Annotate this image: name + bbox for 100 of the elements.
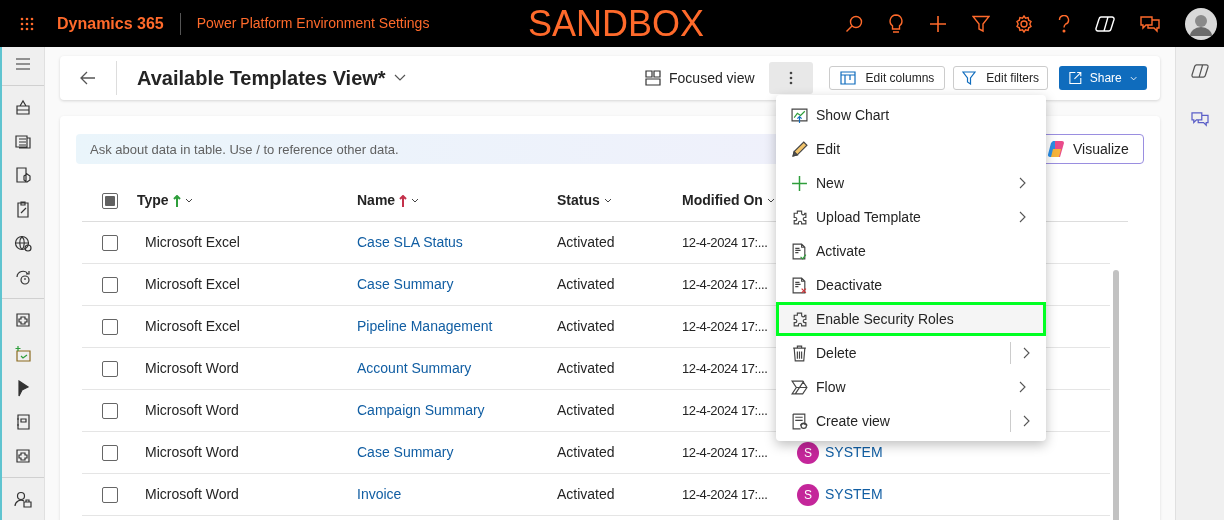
new-icon [791,174,808,192]
pages-icon[interactable] [14,132,32,150]
checkbox[interactable] [101,318,118,335]
menu-item[interactable]: Deactivate [776,268,1046,302]
share-button[interactable]: Share [1059,66,1147,90]
checkbox[interactable] [101,276,118,293]
bag-icon[interactable] [14,98,32,116]
notebook-icon[interactable] [14,413,32,431]
chevron-right-icon [1023,415,1030,427]
folder-icon[interactable] [14,345,32,363]
menu-item[interactable]: Flow [776,370,1046,404]
table-cell: 12-4-2024 17:... [682,487,768,502]
copilot-logo-icon [1047,139,1067,159]
menu-item[interactable]: Enable Security Roles [776,302,1046,336]
more-icon [788,71,793,85]
column-header[interactable]: Status [557,190,682,211]
table-cell: Microsoft Word [145,402,239,418]
activate-icon [791,242,808,260]
chevron-right-icon [1019,381,1026,393]
record-link[interactable]: Case Summary [357,276,454,292]
table-cell: Microsoft Word [145,486,239,502]
scrollbar[interactable] [1113,270,1119,520]
avatar: S [797,483,819,506]
table-settings-icon [839,71,856,85]
checkbox[interactable] [101,234,118,251]
column-header[interactable]: Type [137,190,357,211]
record-link[interactable]: Case Summary [357,444,454,460]
table-cell: 12-4-2024 17:... [682,403,768,418]
refresh-icon[interactable] [14,268,32,286]
edit-filters-button[interactable]: Edit filters [953,66,1048,90]
column-header[interactable]: Name [357,190,557,211]
checkbox[interactable] [101,192,118,209]
checkbox[interactable] [101,402,118,419]
view-selector[interactable]: Available Templates View* [137,63,406,93]
app-launcher-icon[interactable] [20,16,34,31]
record-link[interactable]: Account Summary [357,360,472,376]
layout-icon [645,70,661,86]
checkbox[interactable] [101,360,118,377]
owner-link[interactable]: SYSTEM [825,484,883,505]
record-link[interactable]: Campaign Summary [357,402,485,418]
table-cell: Microsoft Excel [145,318,240,334]
copilot-icon[interactable] [1191,63,1209,79]
menu-item[interactable]: Create view [776,404,1046,438]
record-link[interactable]: Pipeline Management [357,318,493,334]
owner-link[interactable]: SYSTEM [825,442,883,463]
menu-icon[interactable] [14,55,32,73]
chevron-down-icon [766,198,775,203]
table-cell: Activated [557,360,615,376]
table-cell: 12-4-2024 17:... [682,319,768,334]
checkbox[interactable] [101,444,118,461]
avatar[interactable] [1185,7,1217,40]
table-cell: 12-4-2024 17:... [682,361,768,376]
view-icon [791,412,808,430]
table-cell: Microsoft Excel [145,276,240,292]
edit-icon [791,140,808,158]
chart-icon [791,106,808,124]
chevron-down-icon [603,198,612,203]
avatar: S [797,441,819,464]
filter-icon[interactable] [972,14,990,33]
person-icon[interactable] [14,490,32,508]
globe-icon[interactable] [14,234,32,252]
table-cell: Activated [557,486,615,502]
table-cell: Activated [557,444,615,460]
chevron-down-icon [1129,75,1137,81]
table-cell: Activated [557,276,615,292]
chevron-right-icon [1023,347,1030,359]
device-icon[interactable] [14,166,32,184]
record-link[interactable]: Case SLA Status [357,234,463,250]
chevron-down-icon [393,74,406,82]
chevron-down-icon [184,198,193,203]
menu-item[interactable]: Delete [776,336,1046,370]
plus-icon[interactable] [929,14,947,33]
app-name[interactable]: Dynamics 365 [57,11,164,36]
search-icon[interactable] [845,14,863,33]
table-cell: Microsoft Word [145,444,239,460]
record-link[interactable]: Invoice [357,486,402,502]
back-arrow-icon[interactable] [80,71,96,85]
delete-icon [791,344,808,362]
filter-icon [962,71,977,85]
edit-columns-button[interactable]: Edit columns [828,66,946,90]
help-icon[interactable] [1058,14,1070,33]
table-cell: Activated [557,318,615,334]
chat-icon[interactable] [1140,14,1160,33]
settings-icon[interactable] [1015,14,1033,33]
deactivate-icon [791,276,808,294]
lightbulb-icon[interactable] [888,13,904,34]
flow-icon [791,378,808,396]
focused-view-button[interactable]: Focused view [639,63,761,93]
chevron-down-icon [411,198,420,203]
checkbox[interactable] [101,486,118,503]
table-cell: Activated [557,234,615,250]
share-icon [1069,71,1082,85]
table-cell: Activated [557,402,615,418]
chat-icon[interactable] [1191,111,1209,127]
table-cell: 12-4-2024 17:... [682,235,768,250]
clipboard-icon[interactable] [14,200,32,218]
table-cell: Microsoft Excel [145,234,240,250]
menu-item[interactable]: Show Chart [776,98,1046,132]
table-cell: 12-4-2024 17:... [682,277,768,292]
menu-item[interactable]: Activate [776,234,1046,268]
